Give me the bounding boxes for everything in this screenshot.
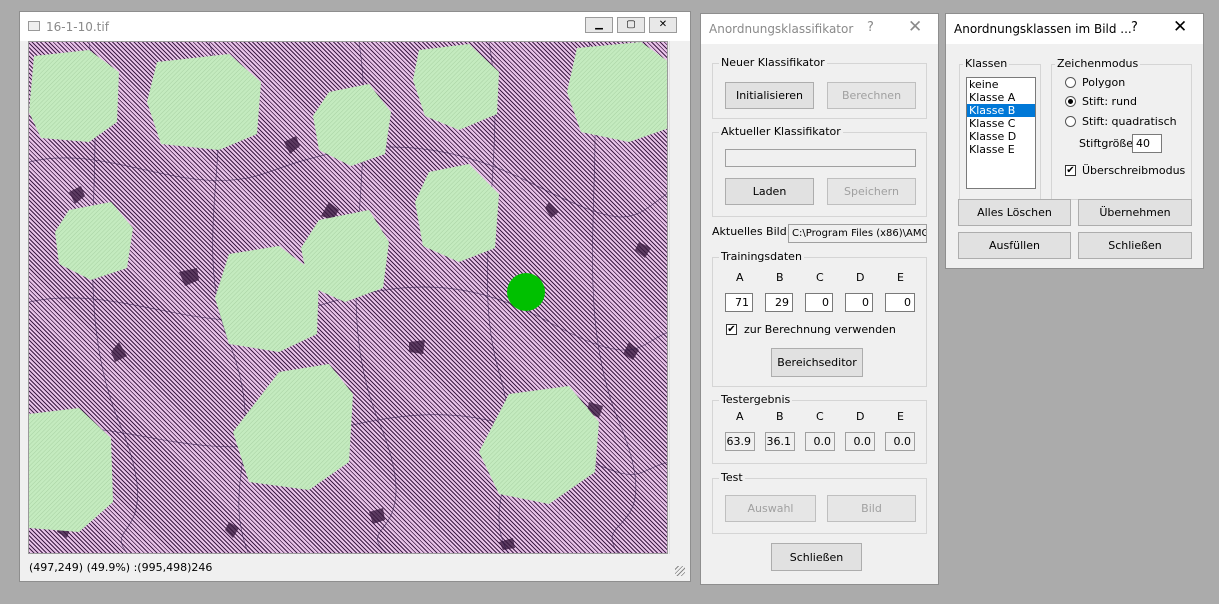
test-value-c: 0.0 <box>805 432 835 451</box>
image-window: 16-1-10.tif ▁ ▢ ✕ (497,249) (49.9%):(99… <box>19 11 691 582</box>
image-window-titlebar[interactable]: 16-1-10.tif ▁ ▢ ✕ <box>20 12 690 41</box>
test-header-c: C <box>816 410 824 423</box>
test-value-a: 63.9 <box>725 432 755 451</box>
classifier-titlebar[interactable]: Anordnungsklassifikator ? ✕ <box>701 14 938 44</box>
delete-all-button[interactable]: Alles Löschen <box>958 199 1071 226</box>
close-icon[interactable]: ✕ <box>1173 17 1187 37</box>
pen-square-label: Stift: quadratisch <box>1082 115 1177 128</box>
class-item-d[interactable]: Klasse D <box>967 130 1035 143</box>
close-button[interactable]: Schließen <box>771 543 862 571</box>
vertical-scroll-gutter[interactable] <box>669 41 685 554</box>
training-value-e[interactable]: 0 <box>885 293 915 312</box>
classes-close-button[interactable]: Schließen <box>1078 232 1192 259</box>
use-for-computation-label: zur Berechnung verwenden <box>744 323 896 336</box>
training-header-d: D <box>856 271 865 284</box>
segmentation-overlay <box>29 42 667 553</box>
help-icon[interactable]: ? <box>1131 20 1138 35</box>
training-value-c[interactable]: 0 <box>805 293 833 312</box>
load-button[interactable]: Laden <box>725 178 814 205</box>
pen-round-label: Stift: rund <box>1082 95 1137 108</box>
polygon-radio[interactable] <box>1065 77 1076 88</box>
draw-mode-label: Zeichenmodus <box>1055 57 1141 70</box>
initialize-button[interactable]: Initialisieren <box>725 82 814 109</box>
training-header-a: A <box>736 271 744 284</box>
use-for-computation-checkbox[interactable]: ✔ <box>726 324 737 335</box>
test-value-b: 36.1 <box>765 432 795 451</box>
close-icon[interactable]: ✕ <box>908 17 922 37</box>
region-editor-button[interactable]: Bereichseditor <box>771 348 863 377</box>
training-header-e: E <box>897 271 904 284</box>
classes-listbox[interactable]: keine Klasse A Klasse B Klasse C Klasse … <box>966 77 1036 189</box>
minimize-button[interactable]: ▁ <box>585 17 613 33</box>
close-icon[interactable]: ✕ <box>649 17 677 33</box>
status-bar: (497,249) (49.9%) :(995,498)246 <box>29 561 213 574</box>
help-icon[interactable]: ? <box>867 20 874 35</box>
test-value-e: 0.0 <box>885 432 915 451</box>
current-classifier-field <box>725 149 916 167</box>
new-classifier-label: Neuer Klassifikator <box>719 56 827 69</box>
class-item-b[interactable]: Klasse B <box>967 104 1035 117</box>
classifier-window: Anordnungsklassifikator ? ✕ Neuer Klassi… <box>700 13 939 585</box>
training-header-b: B <box>776 271 784 284</box>
fill-button[interactable]: Ausfüllen <box>958 232 1071 259</box>
classes-group-label: Klassen <box>963 57 1010 70</box>
maximize-button[interactable]: ▢ <box>617 17 645 33</box>
pen-square-radio[interactable] <box>1065 116 1076 127</box>
pen-cursor-marker <box>507 273 545 311</box>
current-image-label: Aktuelles Bild <box>712 225 787 238</box>
training-value-a[interactable]: 71 <box>725 293 753 312</box>
test-result-label: Testergebnis <box>719 393 793 406</box>
compute-button[interactable]: Berechnen <box>827 82 916 109</box>
training-value-b[interactable]: 29 <box>765 293 793 312</box>
test-value-d: 0.0 <box>845 432 875 451</box>
test-label: Test <box>719 471 745 484</box>
image-button[interactable]: Bild <box>827 495 916 522</box>
class-a-regions <box>29 42 667 532</box>
test-header-b: B <box>776 410 784 423</box>
pen-round-radio[interactable] <box>1065 96 1076 107</box>
training-data-label: Trainingsdaten <box>719 250 804 263</box>
overwrite-mode-label: Überschreibmodus <box>1082 164 1186 177</box>
training-header-c: C <box>816 271 824 284</box>
class-item-c[interactable]: Klasse C <box>967 117 1035 130</box>
image-window-title: 16-1-10.tif <box>46 20 109 34</box>
training-value-d[interactable]: 0 <box>845 293 873 312</box>
apply-button[interactable]: Übernehmen <box>1078 199 1192 226</box>
class-item-e[interactable]: Klasse E <box>967 143 1035 156</box>
app-icon <box>28 21 40 31</box>
overwrite-mode-checkbox[interactable]: ✔ <box>1065 165 1076 176</box>
pen-size-label: Stiftgröße <box>1079 137 1134 150</box>
pen-size-input[interactable]: 40 <box>1132 134 1162 153</box>
classifier-title: Anordnungsklassifikator <box>709 22 854 36</box>
test-header-a: A <box>736 410 744 423</box>
save-button[interactable]: Speichern <box>827 178 916 205</box>
test-header-d: D <box>856 410 865 423</box>
classes-titlebar[interactable]: Anordnungsklassen im Bild ... ? ✕ <box>946 14 1203 44</box>
resize-grip-icon[interactable] <box>675 566 685 576</box>
class-item-a[interactable]: Klasse A <box>967 91 1035 104</box>
selection-button[interactable]: Auswahl <box>725 495 816 522</box>
current-classifier-label: Aktueller Klassifikator <box>719 125 843 138</box>
current-image-path: C:\Program Files (x86)\AMG <box>788 224 927 243</box>
classes-title: Anordnungsklassen im Bild ... <box>954 22 1132 36</box>
polygon-label: Polygon <box>1082 76 1126 89</box>
class-item-none[interactable]: keine <box>967 78 1035 91</box>
image-canvas[interactable] <box>28 41 668 554</box>
test-header-e: E <box>897 410 904 423</box>
classes-window: Anordnungsklassen im Bild ... ? ✕ Klasse… <box>945 13 1204 269</box>
